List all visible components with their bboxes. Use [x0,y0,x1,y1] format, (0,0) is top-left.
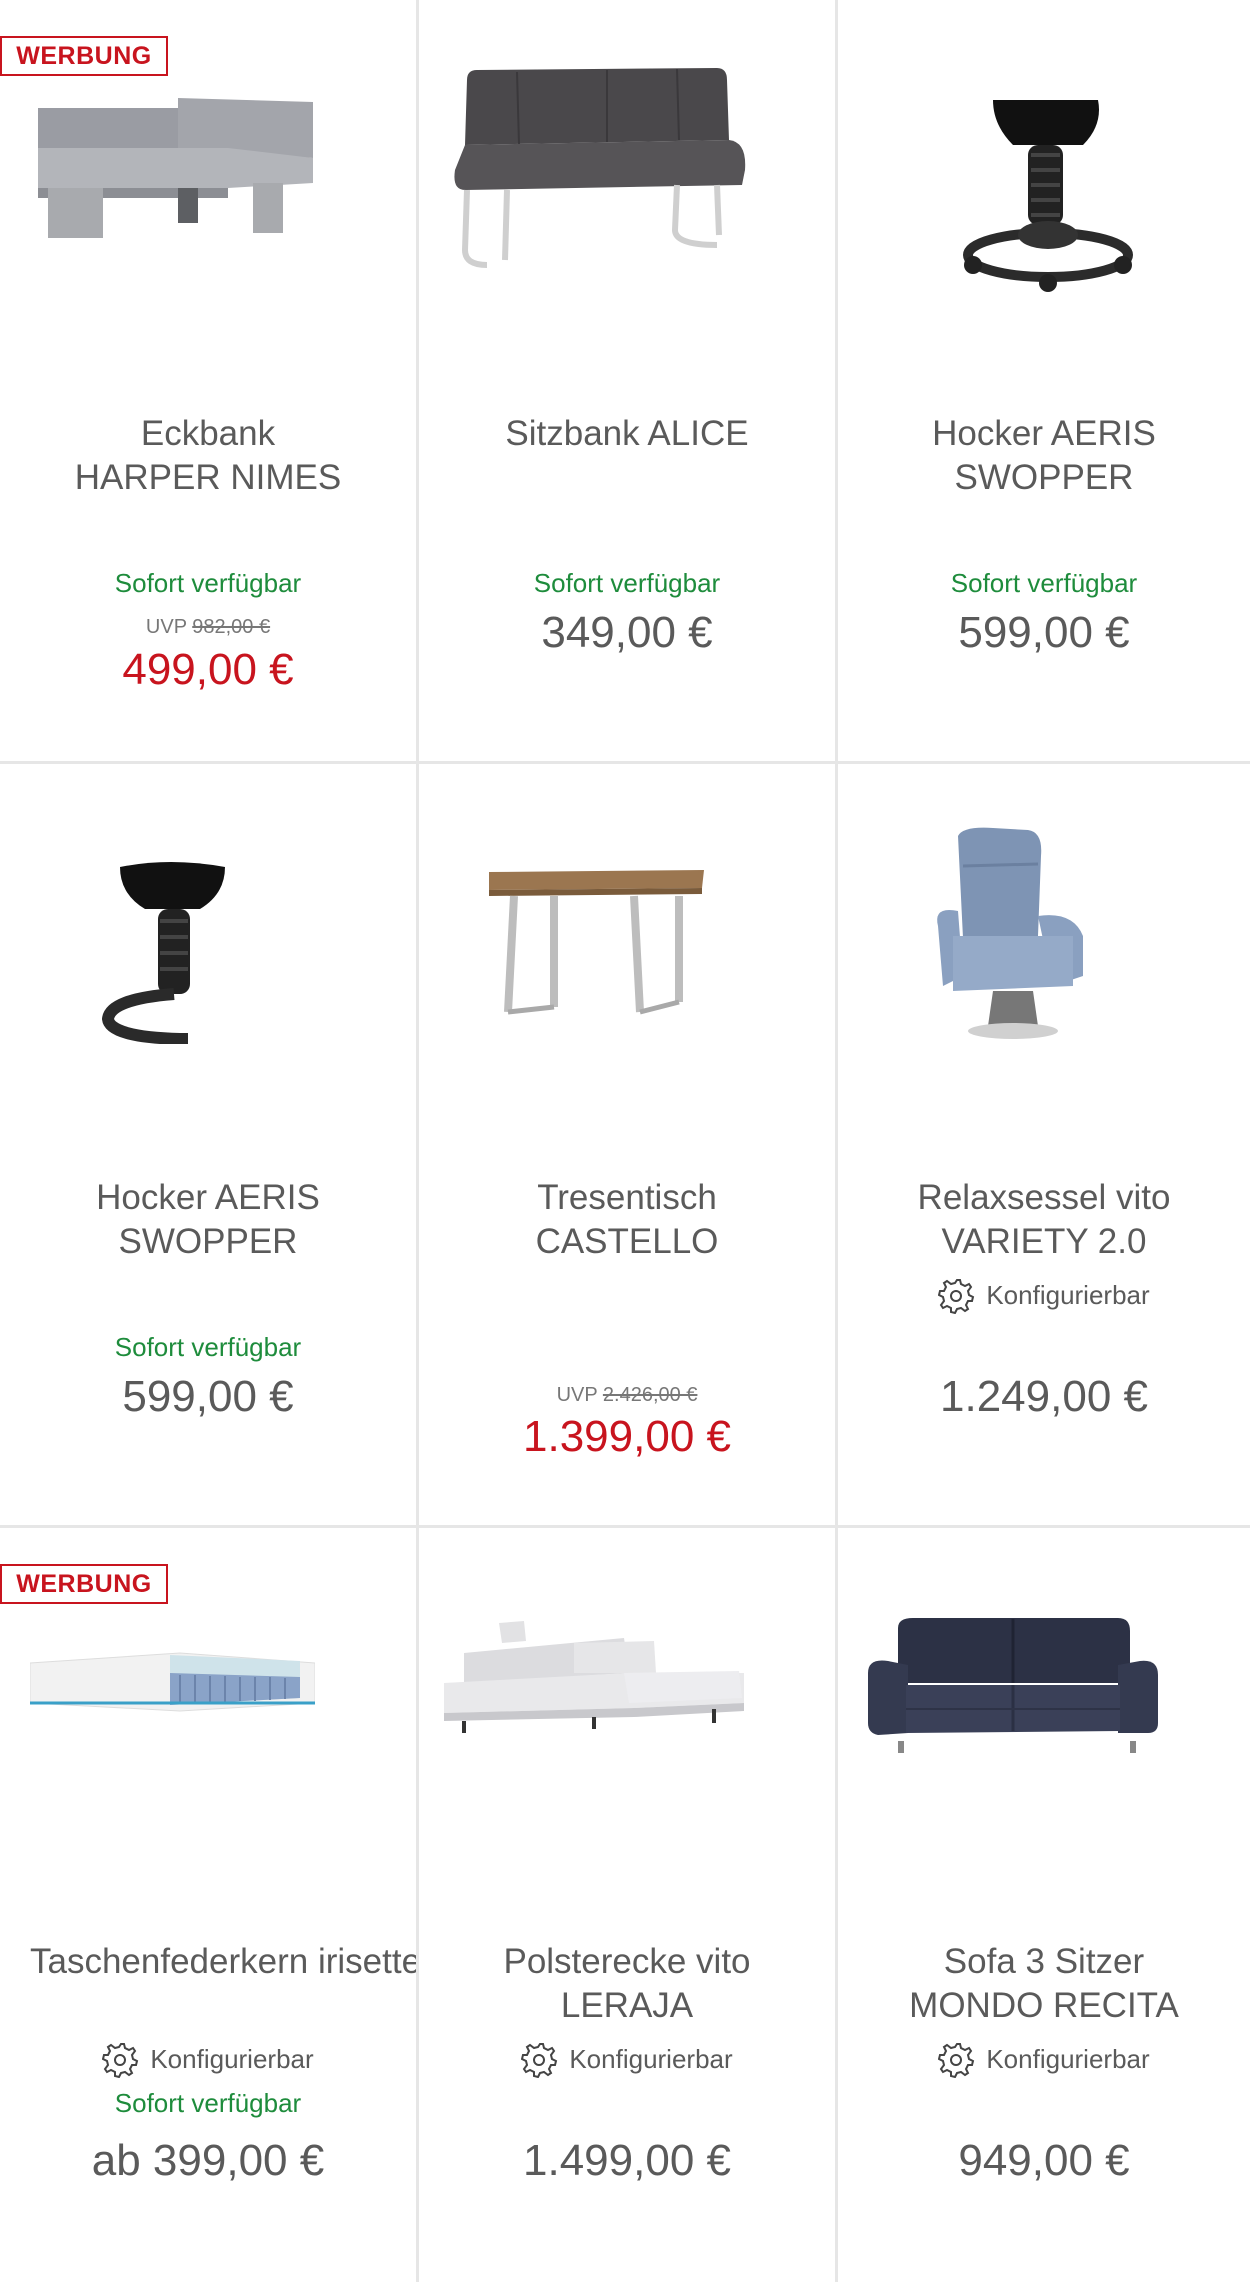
product-title[interactable]: Hocker AERIS SWOPPER [20,1176,396,1264]
product-price: 1.249,00 € [940,1372,1148,1421]
product-card[interactable]: Tresentisch CASTELLO UVP 2.426,00 € 1.39… [419,764,838,1528]
product-card[interactable]: Relaxsessel vito VARIETY 2.0 Konfigurier… [838,764,1250,1528]
uvp-value: 982,00 € [192,616,271,638]
product-card[interactable]: Hocker AERIS SWOPPER Sofort verfügbar 59… [0,764,419,1528]
corner-bench-image [38,98,313,238]
stool-wheels-image [963,100,1133,292]
uvp-price: UVP 982,00 € [0,616,416,639]
configurable-text: Konfigurierbar [986,1279,1150,1310]
gear-icon [102,2043,139,2078]
configurable-label: Konfigurierbar [419,2040,835,2078]
availability-text: Sofort verfügbar [114,2088,302,2118]
product-price: ab 399,00 € [91,2136,325,2185]
uvp-value: 2.426,00 € [602,1384,698,1406]
product-image[interactable] [838,764,1250,1094]
product-title[interactable]: Relaxsessel vito VARIETY 2.0 [858,1176,1230,1264]
configurable-label: Konfigurierbar [838,2040,1250,2078]
configurable-text: Konfigurierbar [569,2043,733,2074]
sale-price: 1.399,00 € [523,1412,731,1461]
product-title[interactable]: Polsterecke vito LERAJA [439,1940,815,2028]
product-image[interactable] [0,1528,416,1858]
product-title[interactable]: Eckbank HARPER NIMES [20,412,396,500]
product-image[interactable] [419,0,835,330]
configurable-label: Konfigurierbar [0,2040,416,2078]
product-card[interactable]: Polsterecke vito LERAJA Konfigurierbar 1… [419,1528,838,2282]
product-price: 949,00 € [958,2136,1130,2185]
product-price: 599,00 € [122,1372,294,1421]
product-title[interactable]: Sofa 3 Sitzer MONDO RECITA [858,1940,1230,2028]
configurable-text: Konfigurierbar [150,2043,314,2074]
product-grid: WERBUNG Eckbank HARPER NIMES Sofort verf… [0,0,1250,2282]
product-card[interactable]: Sofa 3 Sitzer MONDO RECITA Konfigurierba… [838,1528,1250,2282]
product-price: 1.499,00 € [523,2136,731,2185]
availability-text: Sofort verfügbar [114,568,302,598]
sofa-image [868,1618,1158,1753]
gear-icon [521,2043,558,2078]
uvp-label: UVP [145,616,187,638]
product-card[interactable]: Hocker AERIS SWOPPER Sofort verfügbar 59… [838,0,1250,764]
product-title[interactable]: Taschenfederkern irisette 2FOR4 [30,1940,416,1984]
product-price: 599,00 € [958,608,1130,657]
product-image[interactable] [838,0,1250,330]
availability-text: Sofort verfügbar [114,1332,302,1362]
corner-sofa-image [444,1621,744,1733]
product-image[interactable] [419,1528,835,1858]
configurable-text: Konfigurierbar [986,2043,1150,2074]
product-title[interactable]: Sitzbank ALICE [439,412,815,456]
product-title[interactable]: Hocker AERIS SWOPPER [858,412,1230,500]
product-image[interactable] [838,1528,1250,1858]
mattress-image [30,1652,315,1712]
bench-image [454,68,746,268]
product-price: 349,00 € [541,608,713,657]
product-card[interactable]: WERBUNG Eckbank HARPER NIMES Sofort verf… [0,0,419,764]
product-card[interactable]: WERBUNG Taschenfederkern irisette 2FOR4 … [0,1528,419,2282]
product-title[interactable]: Tresentisch CASTELLO [439,1176,815,1264]
bar-table-image [489,870,704,1015]
uvp-label: UVP [556,1384,598,1406]
availability-text: Sofort verfügbar [950,568,1138,598]
uvp-price: UVP 2.426,00 € [419,1384,835,1407]
product-image[interactable] [0,764,416,1094]
gear-icon [938,2043,975,2078]
gear-icon [938,1279,975,1314]
configurable-label: Konfigurierbar [838,1276,1250,1314]
product-image[interactable] [0,0,416,330]
availability-text: Sofort verfügbar [533,568,721,598]
product-card[interactable]: Sitzbank ALICE Sofort verfügbar 349,00 € [419,0,838,764]
recliner-image [937,827,1083,1039]
product-image[interactable] [419,764,835,1094]
sale-price: 499,00 € [122,645,294,694]
stool-image [101,862,225,1044]
